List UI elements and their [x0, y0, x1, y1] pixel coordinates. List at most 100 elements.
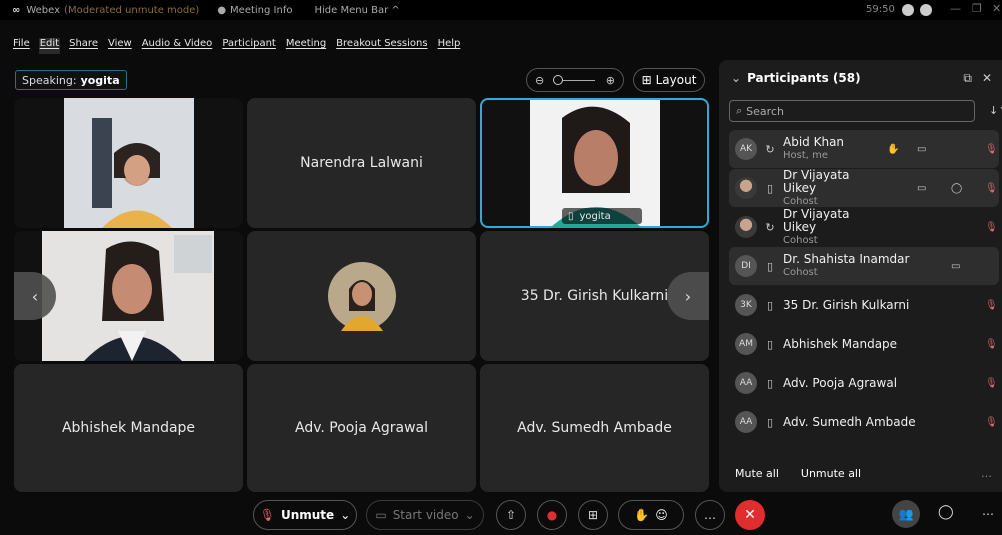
minimize-icon[interactable]: — — [950, 2, 961, 15]
menu-file[interactable]: File — [12, 38, 31, 54]
video-tile[interactable]: Abhishek Mandape — [14, 364, 243, 492]
menu-view[interactable]: View — [107, 38, 133, 54]
avatar: 3K — [735, 294, 757, 316]
meeting-mode: (Moderated unmute mode) — [64, 4, 200, 16]
participant-info: Dr Vijayata Uikey Cohost — [783, 168, 883, 208]
participant-search-input[interactable]: ⌕ Search — [729, 100, 975, 122]
zoom-out-icon[interactable]: ⊖ — [535, 74, 544, 87]
video-tile[interactable] — [14, 98, 243, 228]
participant-name: 35 Dr. Girish Kulkarni — [783, 297, 910, 312]
muted-mic-icon[interactable]: 🎙 — [985, 183, 998, 194]
participant-row[interactable]: AK ↻ Abid Khan Host, me ✋ ▭ 🎙 — [729, 130, 999, 168]
muted-mic-icon[interactable]: 🎙 — [985, 300, 998, 311]
raise-hand-icon[interactable]: ✋ — [634, 508, 649, 522]
tile-participant-name: Adv. Pooja Agrawal — [294, 420, 429, 436]
participant-row[interactable]: AA ▯ Adv. Pooja Agrawal 🎙 — [729, 364, 999, 402]
next-page-button[interactable]: › — [667, 272, 709, 320]
participant-role: Cohost — [783, 234, 818, 246]
mute-all-button[interactable]: Mute all — [735, 467, 779, 480]
start-video-button[interactable]: ▭ Start video ⌄ — [366, 500, 484, 530]
participant-row[interactable]: ↻ Dr Vijayata Uikey Cohost 🎙 — [729, 207, 999, 246]
reaction-icon[interactable]: ☺ — [655, 508, 668, 522]
chat-button[interactable]: ◯ — [938, 504, 954, 520]
participant-role: Cohost — [783, 267, 818, 278]
participant-row[interactable]: ▯ Dr Vijayata Uikey Cohost ▭ ◯ 🎙 — [729, 168, 999, 208]
video-tile[interactable] — [247, 231, 476, 361]
video-tile[interactable]: Adv. Sumedh Ambade — [480, 364, 709, 492]
muted-mic-icon[interactable]: 🎙 — [985, 378, 998, 389]
menu-breakout-sessions[interactable]: Breakout Sessions — [335, 38, 428, 54]
phone-icon: ▯ — [766, 181, 774, 195]
raise-hand-icon: ✋ — [887, 143, 900, 155]
participant-name: Adv. Pooja Agrawal — [783, 375, 898, 390]
restore-icon[interactable]: ❐ — [972, 2, 982, 15]
share-button[interactable]: ⇧ — [496, 500, 526, 530]
muted-mic-icon[interactable]: 🎙 — [985, 144, 998, 155]
leave-meeting-button[interactable]: ✕ — [735, 500, 765, 530]
reactions-group[interactable]: ✋ ☺ — [618, 500, 684, 530]
menu-share[interactable]: Share — [68, 38, 99, 54]
shield-icon: ● — [217, 4, 227, 16]
hide-menu-bar-button[interactable]: Hide Menu Bar ^ — [314, 5, 399, 16]
layout-button[interactable]: ⊞ Layout — [633, 68, 705, 92]
tile-name-label: ▯ yogita — [562, 208, 642, 224]
webex-logo-icon: ∞ — [12, 4, 21, 16]
participant-avatar-photo — [327, 262, 396, 331]
menu-participant[interactable]: Participant — [221, 38, 277, 54]
participant-row[interactable]: 3K ▯ 35 Dr. Girish Kulkarni 🎙 — [729, 286, 999, 324]
search-icon: ⌕ — [736, 104, 743, 117]
phone-icon: ▯ — [766, 376, 774, 390]
avatar: DI — [735, 255, 757, 277]
sort-icon[interactable]: ↓↑ — [989, 104, 1002, 117]
participant-row[interactable]: AM ▯ Abhishek Mandape 🎙 — [729, 325, 999, 363]
menu-audio-video[interactable]: Audio & Video — [141, 38, 214, 54]
participants-panel: ⌄ Participants (58) ⧉ ✕ ⌕ Search ↓↑ AK ↻… — [719, 60, 1002, 492]
more-options-icon[interactable]: … — [981, 467, 992, 480]
menu-edit[interactable]: Edit — [38, 38, 61, 54]
unmute-all-button[interactable]: Unmute all — [801, 467, 861, 480]
participants-toggle-button[interactable]: 👥 — [892, 500, 920, 528]
muted-mic-icon[interactable]: 🎙 — [985, 222, 998, 233]
participant-info: Abhishek Mandape — [783, 336, 923, 351]
share-icon: ⇧ — [505, 508, 517, 522]
chevron-down-icon: ⌄ — [340, 508, 351, 522]
more-icon: … — [704, 508, 716, 522]
speaking-name: yogita — [80, 73, 120, 87]
phone-icon: ▯ — [766, 259, 774, 273]
collapse-chevron-icon[interactable]: ⌄ — [731, 71, 741, 85]
close-window-icon[interactable]: ✕ — [992, 2, 1001, 15]
phone-icon: ▯ — [766, 337, 774, 351]
record-button[interactable]: ● — [537, 500, 567, 530]
participant-name: Abhishek Mandape — [783, 336, 898, 351]
apps-grid-icon: ⊞ — [587, 508, 599, 522]
zoom-slider-knob[interactable] — [553, 74, 563, 85]
more-options-button[interactable]: … — [695, 500, 725, 530]
video-tile[interactable]: Adv. Pooja Agrawal — [247, 364, 476, 492]
tile-participant-name: Abhishek Mandape — [61, 420, 196, 436]
video-tile[interactable]: Narendra Lalwani — [247, 98, 476, 228]
video-tile-active-speaker[interactable]: ▯ yogita — [480, 98, 709, 228]
popout-icon[interactable]: ⧉ — [963, 71, 972, 86]
menu-meeting[interactable]: Meeting — [285, 38, 327, 54]
unmute-button[interactable]: 🎙 Unmute ⌄ — [253, 500, 357, 530]
menu-help[interactable]: Help — [437, 38, 462, 54]
participant-row[interactable]: DI ▯ Dr. Shahista Inamdar Cohost ▭ — [729, 247, 999, 285]
chat-icon: ◯ — [951, 182, 963, 194]
more-panels-icon[interactable]: … — [982, 504, 994, 518]
participant-row[interactable]: AA ▯ Adv. Sumedh Ambade 🎙 — [729, 403, 999, 441]
video-camera-icon: ▭ — [951, 260, 961, 272]
menu-bar: File Edit Share View Audio & Video Parti… — [0, 38, 461, 54]
meeting-toolbar: 🎙 Unmute ⌄ ▭ Start video ⌄ ⇧ ● ⊞ ✋ ☺ … ✕… — [0, 494, 1002, 535]
zoom-slider[interactable] — [553, 74, 595, 85]
chevron-left-icon: ‹ — [31, 286, 39, 306]
close-panel-icon[interactable]: ✕ — [982, 71, 992, 85]
panel-footer: Mute all Unmute all … — [719, 454, 1002, 492]
tile-participant-name: 35 Dr. Girish Kulkarni — [520, 288, 669, 304]
meeting-info-button[interactable]: ● Meeting Info — [217, 5, 292, 16]
muted-mic-icon[interactable]: 🎙 — [985, 339, 998, 350]
apps-button[interactable]: ⊞ — [578, 500, 608, 530]
muted-mic-icon[interactable]: 🎙 — [985, 417, 998, 428]
zoom-in-icon[interactable]: ⊕ — [606, 74, 615, 87]
zoom-control[interactable]: ⊖ ⊕ — [526, 68, 624, 92]
participant-role: Host, me — [783, 150, 829, 161]
